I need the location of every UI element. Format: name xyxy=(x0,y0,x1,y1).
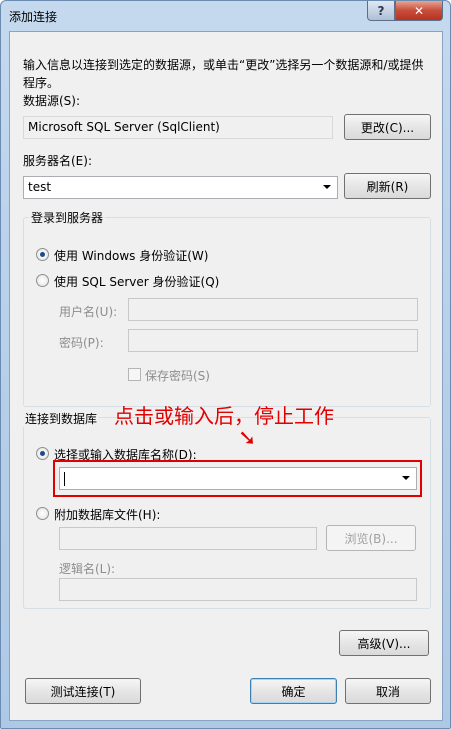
refresh-button[interactable]: 刷新(R) xyxy=(344,173,431,199)
database-name-combo[interactable] xyxy=(59,467,417,490)
server-combo[interactable]: test xyxy=(23,176,338,199)
save-password-checkbox[interactable] xyxy=(128,368,141,381)
test-connection-button[interactable]: 测试连接(T) xyxy=(25,678,141,704)
username-label: 用户名(U): xyxy=(59,305,118,319)
close-button[interactable]: ✕ xyxy=(395,1,443,21)
datasource-field: Microsoft SQL Server (SqlClient) xyxy=(23,116,333,139)
cancel-button[interactable]: 取消 xyxy=(345,678,431,704)
select-database-radio[interactable] xyxy=(36,447,49,460)
sql-auth-radio[interactable] xyxy=(36,274,49,287)
logical-name-input[interactable] xyxy=(59,578,417,601)
help-icon: ? xyxy=(377,3,385,18)
title-bar[interactable]: 添加连接 ? ✕ xyxy=(1,1,450,31)
chevron-down-icon[interactable] xyxy=(323,185,331,189)
sql-auth-label[interactable]: 使用 SQL Server 身份验证(Q) xyxy=(54,273,219,290)
windows-auth-label[interactable]: 使用 Windows 身份验证(W) xyxy=(54,247,208,264)
ok-button[interactable]: 确定 xyxy=(250,678,337,704)
save-password-label[interactable]: 保存密码(S) xyxy=(145,367,210,384)
close-icon: ✕ xyxy=(413,3,425,18)
change-button[interactable]: 更改(C)... xyxy=(344,114,431,140)
chevron-down-icon[interactable] xyxy=(402,476,410,480)
attach-database-label[interactable]: 附加数据库文件(H): xyxy=(54,506,160,523)
windows-auth-radio[interactable] xyxy=(36,248,49,261)
annotation-text: 点击或输入后，停止工作 xyxy=(114,404,334,428)
attach-database-radio[interactable] xyxy=(36,507,49,520)
window-title: 添加连接 xyxy=(9,10,58,24)
datasource-label: 数据源(S): xyxy=(23,94,81,108)
username-input[interactable] xyxy=(128,298,418,321)
dialog-body: 输入信息以连接到选定的数据源，或单击“更改”选择另一个数据源和/或提供程序。 数… xyxy=(9,31,443,721)
server-label: 服务器名(E): xyxy=(23,154,92,168)
add-connection-window: 添加连接 ? ✕ 输入信息以连接到选定的数据源，或单击“更改”选择另一个数据源和… xyxy=(0,0,451,729)
help-button[interactable]: ? xyxy=(367,1,395,21)
database-legend: 连接到数据库 xyxy=(23,410,100,427)
login-legend: 登录到服务器 xyxy=(29,209,106,226)
annotation-arrow-icon: ➘ xyxy=(238,426,257,451)
database-file-input[interactable] xyxy=(59,527,317,550)
text-cursor xyxy=(64,471,65,486)
description-text: 输入信息以连接到选定的数据源，或单击“更改”选择另一个数据源和/或提供程序。 xyxy=(23,58,424,90)
advanced-button[interactable]: 高级(V)... xyxy=(339,630,429,656)
logical-name-label: 逻辑名(L): xyxy=(59,562,116,576)
password-label: 密码(P): xyxy=(59,336,104,350)
server-value: test xyxy=(28,180,52,194)
browse-button[interactable]: 浏览(B)... xyxy=(326,525,416,551)
password-input[interactable] xyxy=(128,329,418,352)
